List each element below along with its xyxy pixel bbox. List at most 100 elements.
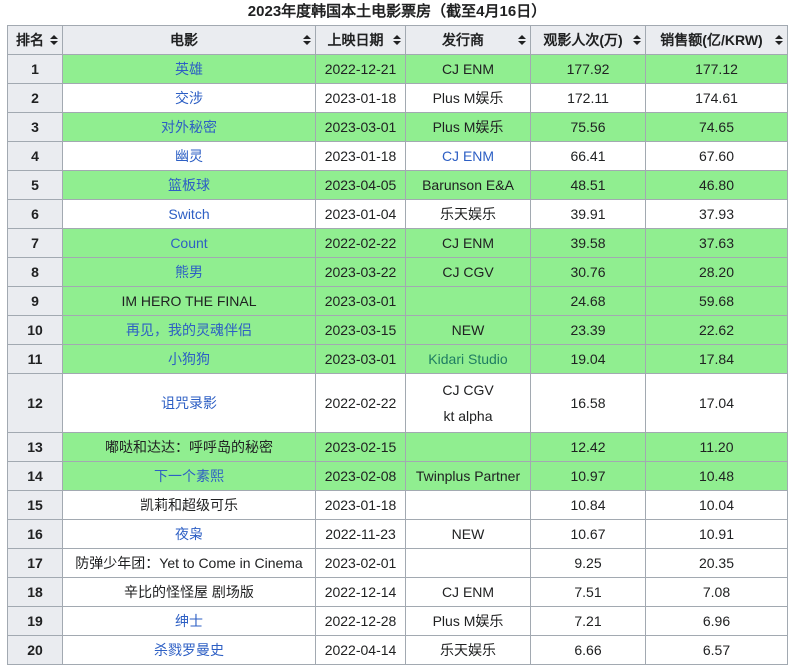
movie-link[interactable]: 交涉: [175, 90, 203, 106]
movie-link[interactable]: Switch: [168, 206, 209, 222]
distributor-cell: Plus M娱乐: [406, 607, 531, 636]
rank-cell: 20: [8, 636, 63, 665]
audience-cell: 7.21: [531, 607, 646, 636]
table-row: 15凯莉和超级可乐2023-01-1810.8410.04: [8, 491, 788, 520]
release-date-cell: 2023-03-22: [316, 258, 406, 287]
distributor-name: NEW: [410, 319, 526, 341]
sales-cell: 7.08: [646, 578, 788, 607]
distributor-link[interactable]: Kidari Studio: [410, 348, 526, 370]
movie-cell: Switch: [63, 200, 316, 229]
movie-link[interactable]: 杀戮罗曼史: [154, 642, 224, 658]
movie-cell: 诅咒录影: [63, 374, 316, 433]
movie-link[interactable]: Count: [170, 235, 207, 251]
distributor-name: 乐天娱乐: [410, 203, 526, 225]
audience-cell: 39.58: [531, 229, 646, 258]
sort-arrows-icon: [303, 35, 311, 45]
release-date-cell: 2023-01-18: [316, 491, 406, 520]
audience-cell: 10.97: [531, 462, 646, 491]
movie-link[interactable]: 熊男: [175, 264, 203, 280]
audience-cell: 23.39: [531, 316, 646, 345]
sales-cell: 6.57: [646, 636, 788, 665]
column-header[interactable]: 观影人次(万): [531, 26, 646, 55]
column-header[interactable]: 发行商: [406, 26, 531, 55]
table-row: 5篮板球2023-04-05Barunson E&A48.5146.80: [8, 171, 788, 200]
rank-cell: 15: [8, 491, 63, 520]
audience-cell: 12.42: [531, 433, 646, 462]
distributor-cell: NEW: [406, 316, 531, 345]
rank-cell: 7: [8, 229, 63, 258]
column-header-label: 排名: [16, 32, 44, 48]
distributor-cell: Barunson E&A: [406, 171, 531, 200]
release-date-cell: 2022-02-22: [316, 229, 406, 258]
movie-cell: 再见，我的灵魂伴侣: [63, 316, 316, 345]
movie-cell: 交涉: [63, 84, 316, 113]
column-header[interactable]: 销售额(亿/KRW): [646, 26, 788, 55]
movie-title: 辛比的怪怪屋 剧场版: [124, 584, 254, 600]
column-header[interactable]: 排名: [8, 26, 63, 55]
distributor-name: Plus M娱乐: [410, 610, 526, 632]
audience-cell: 10.67: [531, 520, 646, 549]
release-date-cell: 2022-12-14: [316, 578, 406, 607]
column-header-label: 销售额(亿/KRW): [660, 32, 762, 48]
movie-link[interactable]: 篮板球: [168, 177, 210, 193]
table-row: 19绅士2022-12-28Plus M娱乐7.216.96: [8, 607, 788, 636]
sales-cell: 10.04: [646, 491, 788, 520]
column-header[interactable]: 上映日期: [316, 26, 406, 55]
table-row: 4幽灵2023-01-18CJ ENM66.4167.60: [8, 142, 788, 171]
movie-link[interactable]: 下一个素熙: [154, 468, 224, 484]
distributor-cell: Plus M娱乐: [406, 113, 531, 142]
release-date-cell: 2023-03-15: [316, 316, 406, 345]
movie-link[interactable]: 诅咒录影: [161, 395, 217, 411]
audience-cell: 75.56: [531, 113, 646, 142]
table-row: 10再见，我的灵魂伴侣2023-03-15NEW23.3922.62: [8, 316, 788, 345]
distributor-link[interactable]: CJ ENM: [410, 145, 526, 167]
distributor-cell: Kidari Studio: [406, 345, 531, 374]
rank-cell: 5: [8, 171, 63, 200]
movie-link[interactable]: 英雄: [175, 61, 203, 77]
movie-link[interactable]: 对外秘密: [161, 119, 217, 135]
distributor-name: Plus M娱乐: [410, 116, 526, 138]
sort-arrows-icon: [50, 35, 58, 45]
table-row: 6Switch2023-01-04乐天娱乐39.9137.93: [8, 200, 788, 229]
movie-cell: 熊男: [63, 258, 316, 287]
movie-link[interactable]: 夜枭: [175, 526, 203, 542]
column-header[interactable]: 电影: [63, 26, 316, 55]
distributor-name: NEW: [410, 523, 526, 545]
rank-cell: 16: [8, 520, 63, 549]
page-title: 2023年度韩国本土电影票房（截至4月16日）: [0, 0, 794, 25]
sales-cell: 177.12: [646, 55, 788, 84]
distributor-cell: CJ ENM: [406, 55, 531, 84]
audience-cell: 6.66: [531, 636, 646, 665]
table-row: 14下一个素熙2023-02-08Twinplus Partner10.9710…: [8, 462, 788, 491]
distributor-cell: [406, 433, 531, 462]
release-date-cell: 2023-03-01: [316, 113, 406, 142]
movie-link[interactable]: 幽灵: [175, 148, 203, 164]
distributor-cell: CJ ENM: [406, 578, 531, 607]
distributor-name: CJ ENM: [410, 232, 526, 254]
movie-cell: 杀戮罗曼史: [63, 636, 316, 665]
sort-arrows-icon: [393, 35, 401, 45]
distributor-cell: 乐天娱乐: [406, 200, 531, 229]
sales-cell: 17.84: [646, 345, 788, 374]
release-date-cell: 2022-02-22: [316, 374, 406, 433]
movie-link[interactable]: 绅士: [175, 613, 203, 629]
distributor-name: Barunson E&A: [410, 174, 526, 196]
sales-cell: 11.20: [646, 433, 788, 462]
movie-cell: 凯莉和超级可乐: [63, 491, 316, 520]
distributor-cell: Twinplus Partner: [406, 462, 531, 491]
movie-title: 凯莉和超级可乐: [140, 497, 238, 513]
distributor-cell: NEW: [406, 520, 531, 549]
release-date-cell: 2023-02-01: [316, 549, 406, 578]
distributor-name: Plus M娱乐: [410, 87, 526, 109]
distributor-name: 乐天娱乐: [410, 639, 526, 661]
movie-link[interactable]: 小狗狗: [168, 351, 210, 367]
movie-cell: 篮板球: [63, 171, 316, 200]
sales-cell: 67.60: [646, 142, 788, 171]
release-date-cell: 2023-02-08: [316, 462, 406, 491]
release-date-cell: 2023-01-04: [316, 200, 406, 229]
rank-cell: 13: [8, 433, 63, 462]
sales-cell: 74.65: [646, 113, 788, 142]
distributor-cell: 乐天娱乐: [406, 636, 531, 665]
distributor-name: kt alpha: [410, 403, 526, 429]
movie-link[interactable]: 再见，我的灵魂伴侣: [126, 322, 252, 338]
